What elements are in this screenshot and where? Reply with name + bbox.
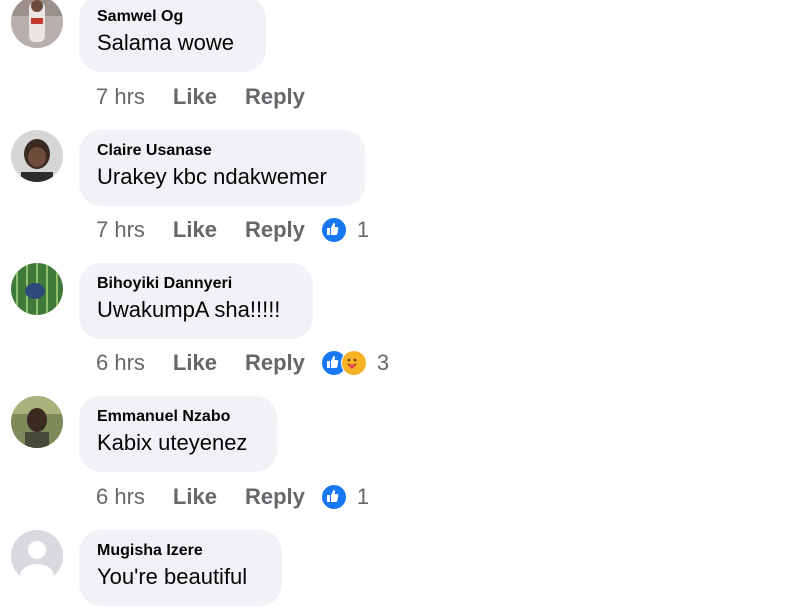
reaction-count: 3 — [376, 350, 390, 375]
comment-time[interactable]: 6 hrs — [96, 350, 145, 376]
reaction-summary[interactable]: 1 — [320, 217, 370, 243]
avatar[interactable] — [11, 396, 63, 448]
like-button[interactable]: Like — [173, 84, 217, 110]
comment-bubble: Mugisha Izere You're beautiful — [79, 530, 282, 606]
reply-button[interactable]: Reply — [245, 84, 305, 110]
comment-author[interactable]: Samwel Og — [97, 7, 248, 27]
default-avatar-icon — [11, 530, 63, 582]
comment-author[interactable]: Bihoyiki Dannyeri — [97, 274, 295, 294]
comment-time[interactable]: 6 hrs — [96, 484, 145, 510]
reaction-count: 1 — [356, 217, 370, 242]
comment-text: Kabix uteyenez — [97, 430, 248, 455]
avatar[interactable] — [11, 263, 63, 315]
like-button[interactable]: Like — [173, 484, 217, 510]
comment-text: Salama wowe — [97, 30, 234, 55]
like-reaction-icon — [320, 484, 347, 510]
reaction-summary[interactable]: 3 — [320, 350, 390, 376]
comment-bubble: Emmanuel Nzabo Kabix uteyenez — [79, 396, 277, 472]
comment-time[interactable]: 7 hrs — [96, 84, 145, 110]
avatar[interactable] — [11, 0, 63, 48]
comment-author[interactable]: Mugisha Izere — [97, 541, 264, 561]
reply-button[interactable]: Reply — [245, 350, 305, 376]
avatar-photo — [11, 0, 63, 48]
like-reaction-icon — [320, 217, 347, 243]
comment-text: Urakey kbc ndakwemer — [97, 164, 327, 189]
comment-text: UwakumpA sha!!!!! — [97, 297, 281, 322]
avatar[interactable] — [11, 530, 63, 582]
reaction-summary[interactable]: 1 — [320, 484, 370, 510]
care-reaction-icon — [340, 350, 367, 376]
comment-time[interactable]: 7 hrs — [96, 217, 145, 243]
avatar[interactable] — [11, 130, 63, 182]
reaction-count: 1 — [356, 484, 370, 509]
comment-actions: 6 hrs Like Reply 1 — [96, 482, 369, 512]
comment-actions: 7 hrs Like Reply 1 — [96, 215, 369, 245]
comment-author[interactable]: Claire Usanase — [97, 141, 347, 161]
like-button[interactable]: Like — [173, 217, 217, 243]
comment-bubble: Claire Usanase Urakey kbc ndakwemer — [79, 130, 365, 206]
comment-bubble: Bihoyiki Dannyeri UwakumpA sha!!!!! — [79, 263, 313, 339]
comment-text: You're beautiful — [97, 564, 248, 589]
avatar-photo — [11, 396, 63, 448]
avatar-photo — [11, 263, 63, 315]
comment-actions: 7 hrs Like Reply — [96, 82, 333, 112]
comment-bubble: Samwel Og Salama wowe — [79, 0, 266, 72]
avatar-photo — [11, 130, 63, 182]
reply-button[interactable]: Reply — [245, 484, 305, 510]
comment-actions: 6 hrs Like Reply 3 — [96, 348, 389, 378]
like-button[interactable]: Like — [173, 350, 217, 376]
reply-button[interactable]: Reply — [245, 217, 305, 243]
comment-author[interactable]: Emmanuel Nzabo — [97, 407, 259, 427]
